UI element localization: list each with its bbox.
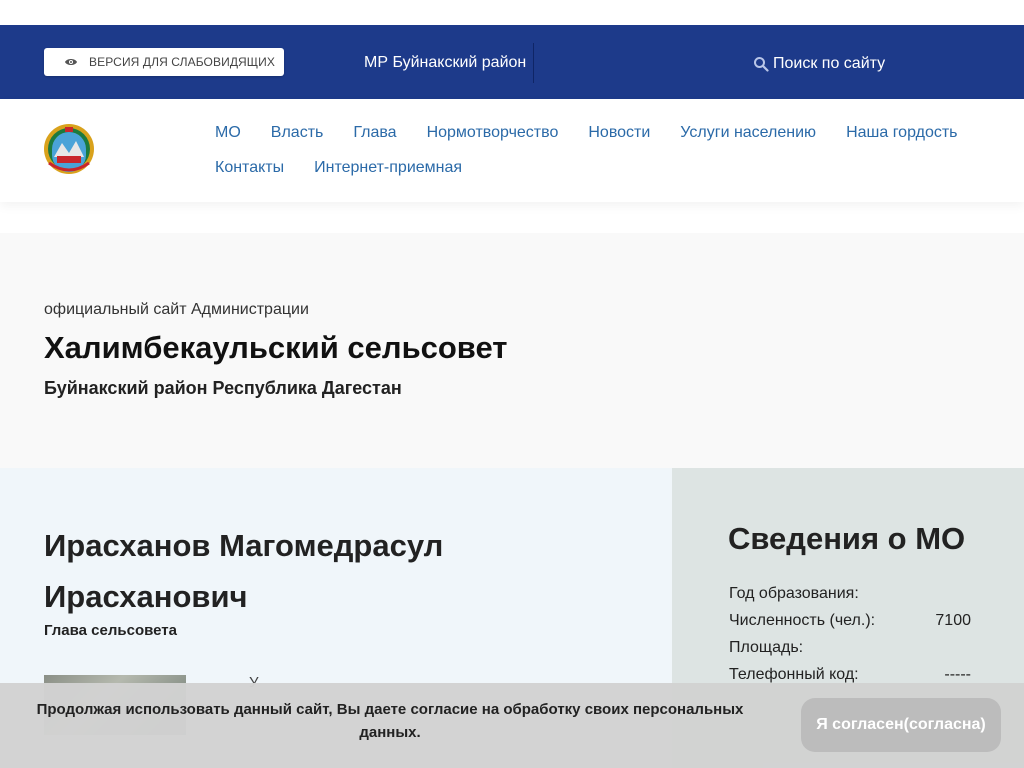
- mo-info-row: Год образования:: [729, 585, 971, 612]
- mo-info-row: Численность (чел.): 7100: [729, 612, 971, 639]
- main-nav: МО Власть Глава Нормотворчество Новости …: [0, 99, 1024, 202]
- page-title: Халимбекаульский сельсовет: [44, 330, 508, 365]
- nav-item-contacts[interactable]: Контакты: [215, 159, 284, 177]
- site-search-link[interactable]: Поиск по сайту: [753, 55, 885, 73]
- hero-subtitle: официальный сайт Администрации: [44, 301, 309, 318]
- mo-info-label: Год образования:: [729, 585, 859, 602]
- mo-info-table: Год образования: Численность (чел.): 710…: [729, 585, 971, 693]
- district-link[interactable]: МР Буйнакский район: [364, 54, 526, 72]
- coat-of-arms-logo[interactable]: [43, 123, 95, 175]
- nav-item-power[interactable]: Власть: [271, 124, 324, 142]
- head-name: Ирасханов Магомедрасул Ирасханович: [44, 528, 444, 614]
- cookie-consent-bar: Продолжая использовать данный сайт, Вы д…: [0, 683, 1024, 768]
- topbar-divider: [533, 43, 534, 83]
- nav-item-pride[interactable]: Наша гордость: [846, 124, 957, 142]
- top-bar: ВЕРСИЯ ДЛЯ СЛАБОВИДЯЩИХ МР Буйнакский ра…: [0, 25, 1024, 99]
- cookie-agree-button[interactable]: Я согласен(согласна): [801, 698, 1001, 752]
- mo-info-title: Сведения о МО: [728, 521, 966, 556]
- eye-icon: [64, 55, 78, 69]
- vision-impaired-version-button[interactable]: ВЕРСИЯ ДЛЯ СЛАБОВИДЯЩИХ: [44, 48, 284, 76]
- vision-impaired-label: ВЕРСИЯ ДЛЯ СЛАБОВИДЯЩИХ: [89, 55, 275, 69]
- nav-row-primary: МО Власть Глава Нормотворчество Новости …: [215, 124, 988, 142]
- nav-item-mo[interactable]: МО: [215, 124, 241, 142]
- mo-info-row: Площадь:: [729, 639, 971, 666]
- mo-info-label: Численность (чел.):: [729, 612, 876, 629]
- mo-info-label: Площадь:: [729, 639, 804, 656]
- cookie-message: Продолжая использовать данный сайт, Вы д…: [36, 701, 744, 741]
- hero-region: Буйнакский район Республика Дагестан: [44, 378, 402, 398]
- nav-item-news[interactable]: Новости: [588, 124, 650, 142]
- nav-item-lawmaking[interactable]: Нормотворчество: [427, 124, 559, 142]
- nav-item-online-reception[interactable]: Интернет-приемная: [314, 159, 462, 177]
- hero-section: официальный сайт Администрации Халимбека…: [0, 233, 1024, 468]
- nav-row-secondary: Контакты Интернет-приемная: [215, 159, 492, 177]
- mo-info-value: 7100: [935, 612, 971, 629]
- search-label: Поиск по сайту: [773, 55, 886, 72]
- nav-item-services[interactable]: Услуги населению: [680, 124, 816, 142]
- page: ВЕРСИЯ ДЛЯ СЛАБОВИДЯЩИХ МР Буйнакский ра…: [0, 0, 1024, 768]
- nav-item-head[interactable]: Глава: [353, 124, 396, 142]
- search-icon: [753, 56, 769, 72]
- head-role: Глава сельсовета: [44, 622, 177, 639]
